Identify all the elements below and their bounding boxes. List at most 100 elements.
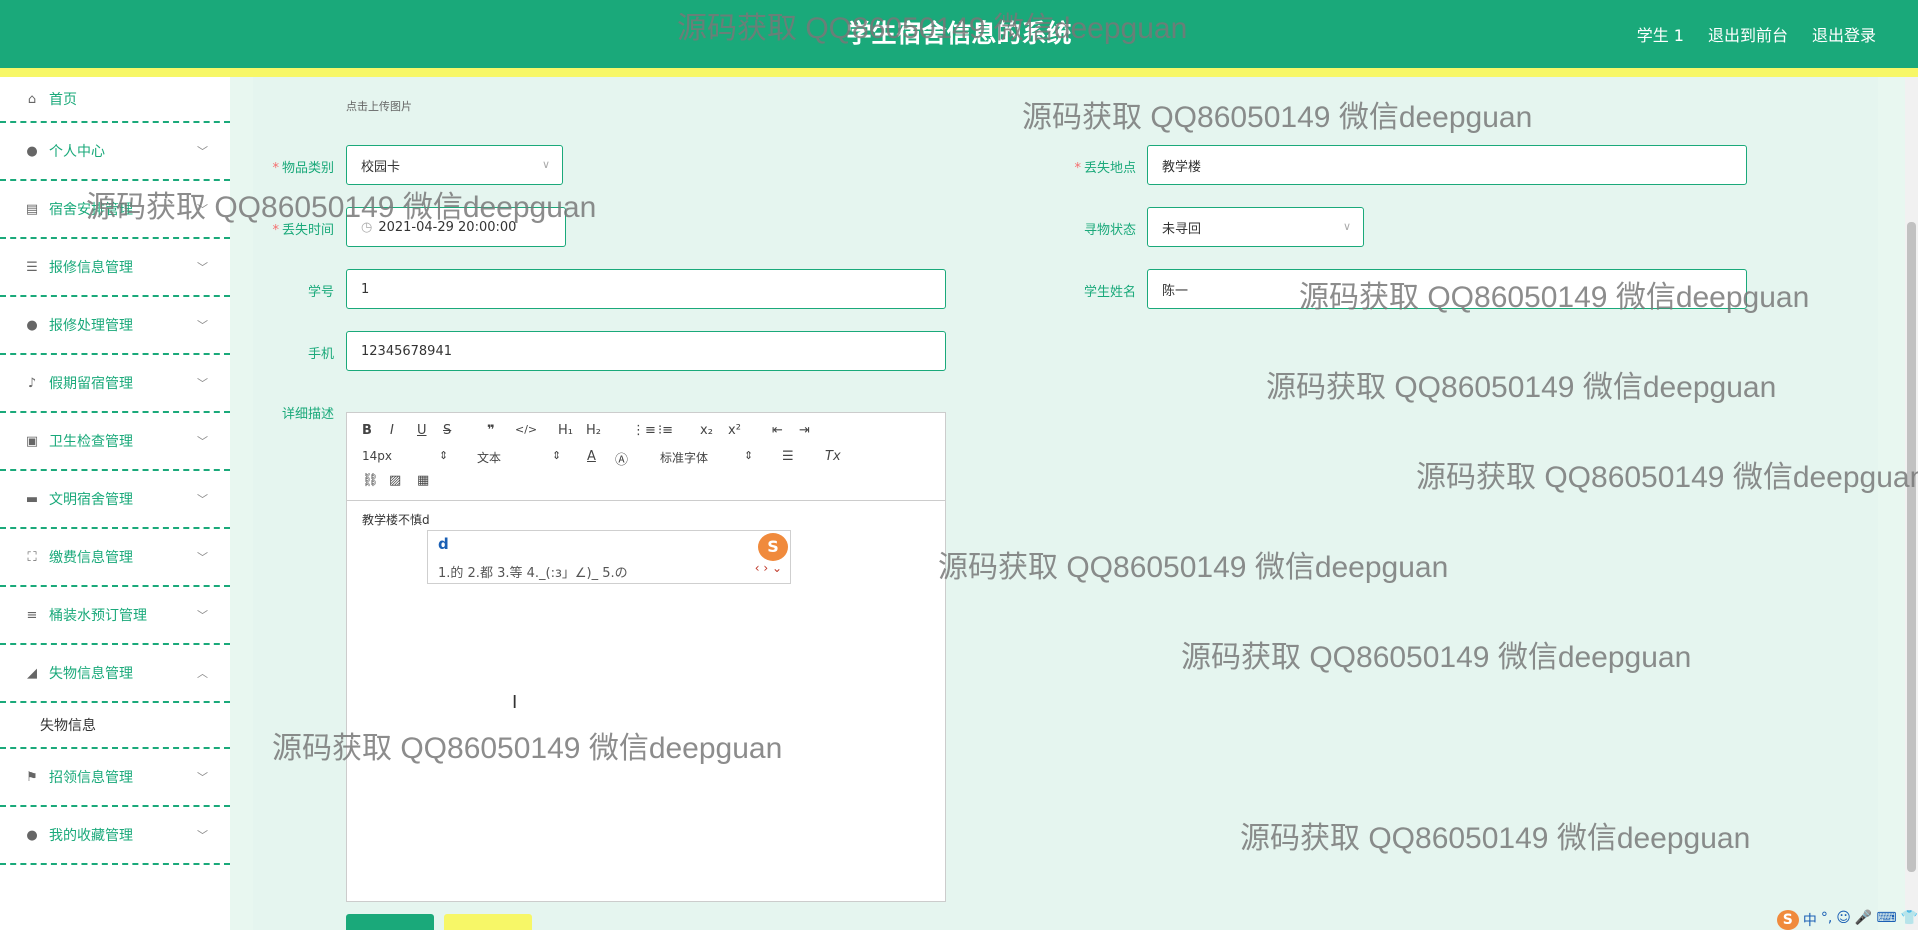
category-value: 校园卡 (361, 159, 401, 175)
strike-icon[interactable]: S (443, 423, 451, 438)
chevron-down-icon: ﹀ (197, 609, 208, 622)
sogou-logo-icon: S (758, 533, 788, 561)
sidebar-item-label: 首页 (49, 92, 77, 108)
sidebar-item-repair-info[interactable]: ☰ 报修信息管理 ﹀ (0, 239, 230, 297)
phone-input[interactable]: 12345678941 (346, 331, 946, 371)
sidebar-item-lost-items[interactable]: ◢ 失物信息管理 ︿ (0, 645, 230, 703)
sidebar-item-home[interactable]: ⌂ 首页 (0, 77, 230, 123)
flag-icon: ⚑ (26, 769, 38, 785)
mic-icon[interactable]: 🎤 (1855, 910, 1872, 930)
quote-icon[interactable]: ❞ (487, 423, 495, 438)
status-select[interactable]: 未寻回 ∨ (1147, 207, 1364, 247)
student-no-value: 1 (361, 281, 370, 297)
font-size-select[interactable]: 14px (362, 449, 392, 463)
cancel-button[interactable] (444, 914, 532, 930)
editor-toolbar: B I U S ❞ </> H₁ H₂ ⋮≡ ⁝≡ x₂ x² ⇤ ⇥ 14px… (347, 413, 945, 501)
ime-tray[interactable]: S 中 °, ☺ 🎤 ⌨ 👕 (1776, 910, 1918, 930)
sidebar-item-label: 报修信息管理 (49, 260, 133, 276)
sidebar-item-hygiene-check[interactable]: ▣ 卫生检查管理 ﹀ (0, 413, 230, 471)
chevron-updown-icon: ⇕ (552, 449, 562, 462)
sidebar-subitem-lost-info[interactable]: 失物信息 (0, 703, 230, 749)
chevron-down-icon: ﹀ (197, 203, 208, 216)
italic-icon[interactable]: I (390, 423, 394, 438)
chevron-down-icon: ﹀ (197, 377, 208, 390)
align-icon[interactable]: ☰ (782, 449, 794, 464)
location-label: * 丢失地点 (1074, 161, 1136, 176)
home-icon: ⌂ (27, 91, 37, 107)
app-title: 学生宿舍信息的系统 (846, 19, 1072, 48)
sogou-tray-icon[interactable]: S (1776, 910, 1799, 930)
punct-icon[interactable]: °, (1821, 910, 1832, 930)
highlight-icon[interactable]: Ⓐ (615, 449, 628, 468)
upload-hint[interactable]: 点击上传图片 (346, 98, 412, 114)
h1-icon[interactable]: H₁ (558, 423, 573, 438)
lost-time-picker[interactable]: ◷ 2021-04-29 20:00:00 (346, 207, 566, 247)
sidebar-item-favorites[interactable]: ● 我的收藏管理 ﹀ (0, 807, 230, 865)
location-value: 教学楼 (1162, 159, 1202, 175)
image-icon[interactable]: ▨ (389, 473, 401, 488)
sidebar-item-label: 招领信息管理 (49, 770, 133, 786)
submit-button[interactable] (346, 914, 434, 930)
h2-icon[interactable]: H₂ (586, 423, 601, 438)
ime-candidates[interactable]: 1.的 2.都 3.等 4._(:з」∠)_ 5.の (438, 562, 628, 581)
bold-icon[interactable]: B (362, 423, 372, 438)
chevron-down-icon: ﹀ (197, 261, 208, 274)
ime-page-arrows-icon[interactable]: ‹ › ⌄ (755, 561, 782, 575)
sidebar-item-civilized-dorm[interactable]: ▬ 文明宿舍管理 ﹀ (0, 471, 230, 529)
superscript-icon[interactable]: x² (728, 423, 741, 438)
doc-icon: ▤ (25, 201, 39, 217)
format-select[interactable]: 文本 (477, 449, 501, 466)
lang-indicator[interactable]: 中 (1803, 910, 1817, 930)
student-name-input[interactable]: 陈一 (1147, 269, 1747, 309)
font-color-icon[interactable]: A (587, 449, 596, 464)
indent-icon[interactable]: ⇥ (799, 423, 810, 438)
sidebar-item-dorm-arrangement[interactable]: ▤ 宿舍安排管理 ﹀ (0, 181, 230, 239)
editor-content[interactable]: 教学楼不慎d (362, 511, 430, 528)
sidebar-item-holiday-stay[interactable]: ♪ 假期留宿管理 ﹀ (0, 355, 230, 413)
chart-icon: ◢ (27, 665, 37, 681)
chevron-down-icon: ∨ (541, 158, 550, 171)
sidebar-item-label: 我的收藏管理 (49, 828, 133, 844)
sidebar-item-label: 宿舍安排管理 (49, 202, 133, 218)
underline-icon[interactable]: U (417, 423, 427, 438)
code-icon[interactable]: </> (515, 423, 537, 436)
page-scrollbar[interactable] (1905, 77, 1918, 930)
sidebar-item-water-order[interactable]: ≡ 桶装水预订管理 ﹀ (0, 587, 230, 645)
chevron-down-icon: ﹀ (197, 771, 208, 784)
sidebar-item-label: 失物信息管理 (49, 666, 133, 682)
sidebar-item-label: 卫生检查管理 (49, 434, 133, 450)
skin-icon[interactable]: 👕 (1901, 910, 1918, 930)
category-select[interactable]: 校园卡 ∨ (346, 145, 563, 185)
ordered-list-icon[interactable]: ⋮≡ (632, 423, 656, 438)
link-icon[interactable]: ⛓ (362, 473, 379, 488)
logout-link[interactable]: 退出登录 (1812, 22, 1876, 46)
back-to-frontend-link[interactable]: 退出到前台 (1708, 22, 1788, 46)
status-label: 寻物状态 (1083, 223, 1136, 238)
sidebar: ⌂ 首页 ● 个人中心 ﹀ ▤ 宿舍安排管理 ﹀ ☰ 报修信息管理 ﹀ ● 报修… (0, 77, 230, 930)
outdent-icon[interactable]: ⇤ (772, 423, 783, 438)
sidebar-item-found-items[interactable]: ⚑ 招领信息管理 ﹀ (0, 749, 230, 807)
emoji-icon[interactable]: ☺ (1836, 910, 1851, 930)
bullet-list-icon[interactable]: ⁝≡ (658, 423, 673, 438)
rich-text-editor[interactable]: B I U S ❞ </> H₁ H₂ ⋮≡ ⁝≡ x₂ x² ⇤ ⇥ 14px… (346, 412, 946, 902)
sidebar-item-label: 报修处理管理 (49, 318, 133, 334)
sidebar-item-personal-center[interactable]: ● 个人中心 ﹀ (0, 123, 230, 181)
clear-format-icon[interactable]: Tx (825, 449, 841, 464)
sidebar-item-payment[interactable]: ⛶ 缴费信息管理 ﹀ (0, 529, 230, 587)
location-input[interactable]: 教学楼 (1147, 145, 1747, 185)
student-name-label: 学生姓名 (1083, 285, 1136, 300)
book-icon: ▬ (25, 491, 39, 507)
subscript-icon[interactable]: x₂ (700, 423, 713, 438)
ime-candidate-popup[interactable]: d S 1.的 2.都 3.等 4._(:з」∠)_ 5.の ‹ › ⌄ (427, 530, 791, 584)
text-cursor-icon: I (512, 692, 518, 713)
font-family-select[interactable]: 标准字体 (660, 449, 708, 466)
lost-time-label: * 丢失时间 (272, 223, 334, 238)
header-stripe (0, 68, 1918, 77)
user-link[interactable]: 学生 1 (1637, 22, 1684, 46)
scan-icon: ⛶ (27, 549, 37, 565)
student-no-input[interactable]: 1 (346, 269, 946, 309)
sidebar-item-repair-handling[interactable]: ● 报修处理管理 ﹀ (0, 297, 230, 355)
keyboard-icon[interactable]: ⌨ (1876, 910, 1896, 930)
video-icon[interactable]: ▦ (417, 473, 429, 488)
scrollbar-thumb[interactable] (1907, 222, 1916, 872)
